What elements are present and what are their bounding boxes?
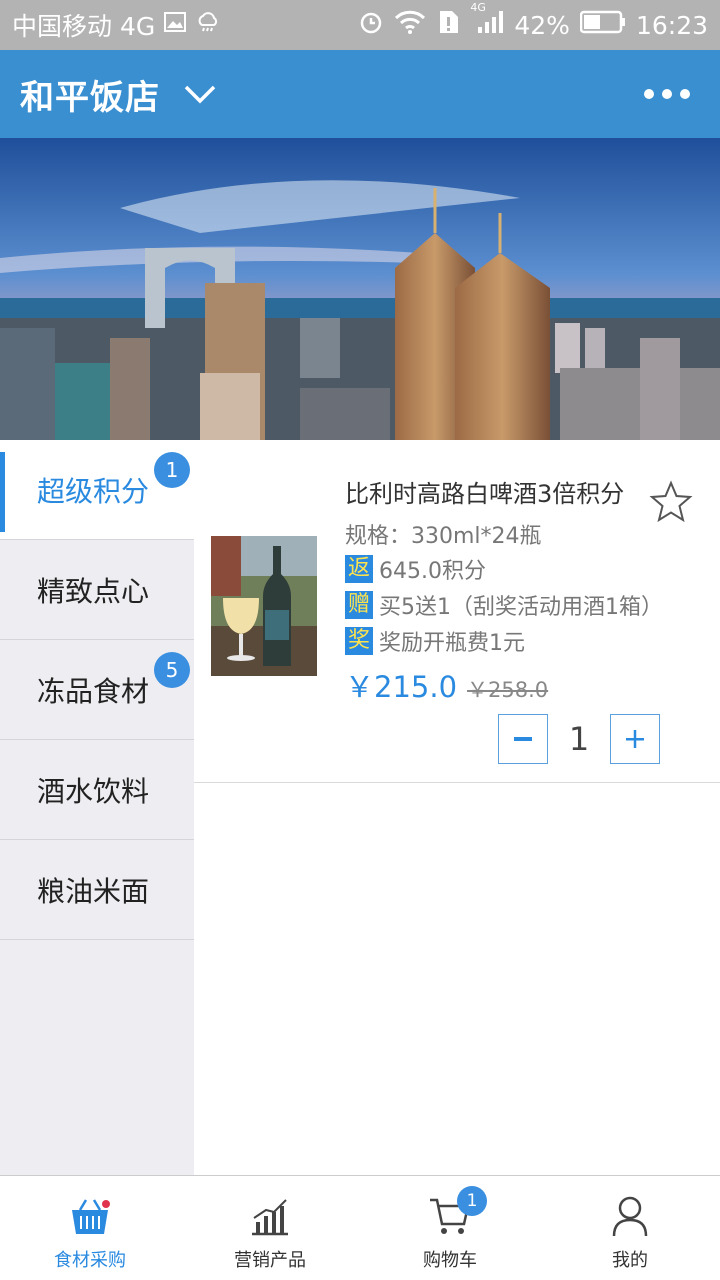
quantity-stepper: 1 xyxy=(498,714,660,764)
reward-line: 奖 奖励开瓶费1元 xyxy=(345,625,525,657)
category-item-drinks[interactable]: 酒水饮料 xyxy=(0,740,194,840)
nav-item-me[interactable]: 我的 xyxy=(540,1176,720,1280)
cart-badge: 1 xyxy=(457,1186,487,1216)
more-dot xyxy=(680,89,690,99)
network-type-label: 4G xyxy=(470,1,486,14)
category-badge: 1 xyxy=(154,452,190,488)
basket-icon xyxy=(72,1199,110,1234)
nav-label: 食材采购 xyxy=(54,1250,126,1271)
category-label: 冻品食材 xyxy=(37,674,150,708)
nav-item-marketing[interactable]: 营销产品 xyxy=(180,1176,360,1280)
store-name[interactable]: 和平饭店 xyxy=(20,70,160,119)
nav-label: 营销产品 xyxy=(234,1250,306,1271)
weather-icon xyxy=(195,10,221,40)
sim-alert-icon xyxy=(436,9,460,41)
nav-label: 购物车 xyxy=(423,1250,477,1271)
battery-icon xyxy=(579,10,626,40)
category-item-dim-sum[interactable]: 精致点心 xyxy=(0,540,194,640)
rebate-text: 645.0积分 xyxy=(379,559,486,584)
clock-time: 16:23 xyxy=(635,10,708,40)
alarm-icon xyxy=(358,9,384,41)
rebate-line: 返 645.0积分 xyxy=(345,553,486,585)
battery-percent: 42% xyxy=(514,10,570,40)
rebate-tag: 返 xyxy=(345,555,373,583)
category-label: 精致点心 xyxy=(37,574,150,608)
category-badge: 5 xyxy=(154,652,190,688)
carrier-label: 中国移动 4G xyxy=(12,12,156,41)
gift-tag: 赠 xyxy=(345,591,373,619)
category-label: 粮油米面 xyxy=(37,874,150,908)
decrease-button[interactable] xyxy=(498,714,548,764)
price-row: ￥215.0 ￥258.0 xyxy=(345,664,548,706)
reward-text: 奖励开瓶费1元 xyxy=(379,631,525,656)
signal-icon: 4G xyxy=(470,1,504,41)
product-spec: 规格：330ml*24瓶 xyxy=(345,524,542,549)
status-bar: 中国移动 4G 4G 42% 16:23 xyxy=(0,0,720,50)
original-price: ￥258.0 xyxy=(467,678,549,702)
reward-tag: 奖 xyxy=(345,627,373,655)
image-notification-icon xyxy=(163,10,187,40)
category-item-frozen-food[interactable]: 冻品食材 5 xyxy=(0,640,194,740)
promo-banner[interactable] xyxy=(0,138,720,440)
nav-item-cart[interactable]: 1 购物车 xyxy=(360,1176,540,1280)
quantity-value[interactable]: 1 xyxy=(548,720,610,758)
product-name[interactable]: 比利时高路白啤酒3倍积分 xyxy=(345,474,624,509)
user-icon xyxy=(612,1196,648,1237)
gift-text: 买5送1（刮奖活动用酒1箱） xyxy=(379,595,663,620)
product-image[interactable] xyxy=(211,536,317,676)
wifi-icon xyxy=(394,9,426,41)
minus-icon xyxy=(514,737,532,741)
favorite-star-icon[interactable] xyxy=(649,480,693,524)
more-options-button[interactable] xyxy=(644,89,690,99)
more-dot xyxy=(662,89,672,99)
more-dot xyxy=(644,89,654,99)
category-item-super-points[interactable]: 超级积分 1 xyxy=(0,440,194,540)
current-price: ￥215.0 xyxy=(345,670,458,704)
chart-icon xyxy=(252,1199,288,1236)
category-label: 超级积分 xyxy=(37,474,150,508)
increase-button[interactable] xyxy=(610,714,660,764)
category-item-grain-oil[interactable]: 粮油米面 xyxy=(0,840,194,940)
gift-line: 赠 买5送1（刮奖活动用酒1箱） xyxy=(345,589,663,621)
category-label: 酒水饮料 xyxy=(37,774,150,808)
bottom-nav: 食材采购 营销产品 1 购物车 我的 xyxy=(0,1175,720,1280)
nav-label: 我的 xyxy=(612,1250,648,1271)
app-header: 和平饭店 xyxy=(0,50,720,138)
plus-icon xyxy=(626,730,644,748)
chevron-down-icon[interactable] xyxy=(182,76,218,112)
nav-item-food-purchase[interactable]: 食材采购 xyxy=(0,1176,180,1280)
category-sidebar: 超级积分 1 精致点心 冻品食材 5 酒水饮料 粮油米面 xyxy=(0,440,194,1175)
product-card[interactable]: 比利时高路白啤酒3倍积分 规格：330ml*24瓶 返 645.0积分 赠 买5… xyxy=(194,440,720,783)
